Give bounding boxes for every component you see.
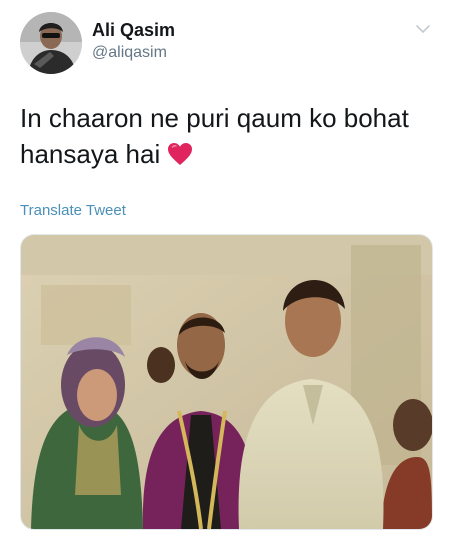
author-avatar[interactable]	[20, 12, 82, 74]
tweet-text-line-2-content: hansaya hai	[20, 139, 161, 169]
chevron-down-icon[interactable]	[414, 20, 432, 38]
photo-image	[21, 235, 432, 529]
author-display-name[interactable]: Ali Qasim	[92, 20, 175, 41]
heart-emoji-icon	[166, 140, 194, 166]
avatar-photo-icon	[20, 12, 82, 74]
tweet-card: Ali Qasim @aliqasim In chaaron ne puri q…	[0, 0, 450, 542]
tweet-text-line-2: hansaya hai	[20, 136, 430, 172]
author-handle[interactable]: @aliqasim	[92, 44, 167, 62]
tweet-media-photo[interactable]	[20, 234, 433, 530]
translate-tweet-link[interactable]: Translate Tweet	[20, 202, 126, 219]
tweet-text: In chaaron ne puri qaum ko bohat hansaya…	[20, 100, 430, 172]
tweet-text-line-1: In chaaron ne puri qaum ko bohat	[20, 103, 409, 133]
